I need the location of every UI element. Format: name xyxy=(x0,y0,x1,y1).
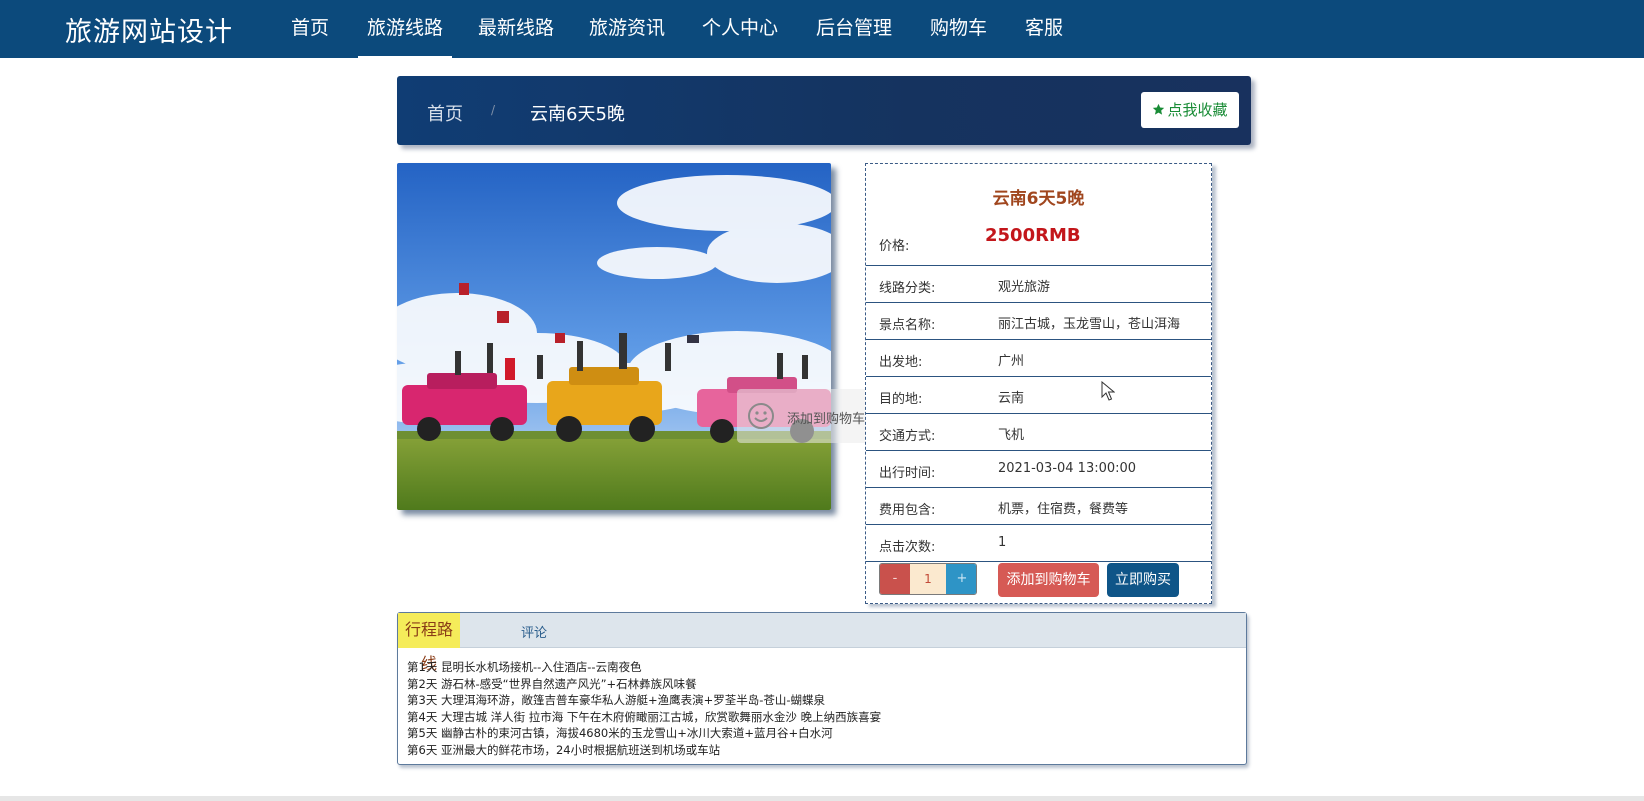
breadcrumb-separator: / xyxy=(491,103,496,117)
tab-bar: 行程路线 评论 xyxy=(398,613,1246,673)
itinerary-content: 第1天 昆明长水机场接机--入住酒店--云南夜色 第2天 游石林-感受“世界自然… xyxy=(407,659,881,759)
nav-user-center[interactable]: 个人中心 xyxy=(702,0,778,58)
field-value: 广州 xyxy=(998,354,1025,369)
field-row: 线路分类: 观光旅游 xyxy=(866,266,1211,303)
site-brand[interactable]: 旅游网站设计 xyxy=(65,10,233,49)
detail-tabs-panel: 行程路线 评论 第1天 昆明长水机场接机--入住酒店--云南夜色 第2天 游石林… xyxy=(397,612,1247,765)
itinerary-day: 第4天 大理古城 洋人街 拉市海 下午在木府俯瞰丽江古城，欣赏歌舞丽水金沙 晚上… xyxy=(407,709,882,724)
field-label: 点击次数: xyxy=(879,540,936,555)
nav-admin[interactable]: 后台管理 xyxy=(816,0,892,58)
page-footer-strip xyxy=(0,796,1644,801)
smile-icon xyxy=(747,402,775,430)
field-value: 飞机 xyxy=(998,428,1025,443)
quantity-increment-button[interactable]: + xyxy=(946,564,976,594)
star-icon xyxy=(1152,92,1165,128)
nav-home[interactable]: 首页 xyxy=(291,0,329,58)
field-label: 线路分类: xyxy=(879,281,936,296)
field-value: 机票，住宿费，餐费等 xyxy=(998,502,1129,517)
breadcrumb: 首页 / 云南6天5晚 点我收藏 xyxy=(397,76,1251,145)
breadcrumb-home[interactable]: 首页 xyxy=(427,100,463,126)
nav-support[interactable]: 客服 xyxy=(1025,0,1063,58)
favorite-button[interactable]: 点我收藏 xyxy=(1141,92,1239,128)
nav-tour-routes[interactable]: 旅游线路 xyxy=(358,0,453,58)
nav-cart[interactable]: 购物车 xyxy=(930,0,987,58)
quantity-decrement-button[interactable]: - xyxy=(880,564,910,594)
field-row: 交通方式: 飞机 xyxy=(866,414,1211,451)
itinerary-day: 第5天 幽静古朴的束河古镇，海拔4680米的玉龙雪山+冰川大索道+蓝月谷+白水河 xyxy=(407,726,833,741)
itinerary-day: 第6天 亚洲最大的鲜花市场，24小时根据航班送到机场或车站 xyxy=(407,742,721,757)
field-label: 景点名称: xyxy=(879,318,936,333)
breadcrumb-current: 云南6天5晚 xyxy=(530,104,625,125)
tab-comments[interactable]: 评论 xyxy=(521,622,547,641)
field-label: 出发地: xyxy=(879,355,923,370)
quantity-input[interactable]: 1 xyxy=(910,564,946,594)
tab-itinerary[interactable]: 行程路线 xyxy=(398,613,460,673)
field-value: 云南 xyxy=(998,391,1025,406)
field-row: 目的地: 云南 xyxy=(866,377,1211,414)
nav-latest-routes[interactable]: 最新线路 xyxy=(478,0,554,58)
field-label: 出行时间: xyxy=(879,466,936,481)
field-label: 交通方式: xyxy=(879,429,936,444)
itinerary-day: 第3天 大理洱海环游，敞篷吉普车豪华私人游艇+渔鹰表演+罗荃半岛-苍山-蝴蝶泉 xyxy=(407,693,826,708)
field-value: 丽江古城，玉龙雪山，苍山洱海 xyxy=(998,317,1181,332)
itinerary-day: 第1天 昆明长水机场接机--入住酒店--云南夜色 xyxy=(407,660,642,674)
favorite-label: 点我收藏 xyxy=(1167,101,1228,119)
field-row: 费用包含: 机票，住宿费，餐费等 xyxy=(866,488,1211,525)
product-title: 云南6天5晚 xyxy=(992,189,1085,209)
price-value: 2500RMB xyxy=(985,225,1081,246)
field-value: 1 xyxy=(998,535,1007,550)
price-row: 价格: 2500RMB xyxy=(866,220,1211,266)
product-photo xyxy=(397,163,831,510)
field-row: 出行时间: 2021-03-04 13:00:00 xyxy=(866,451,1211,488)
mouse-pointer-icon xyxy=(1101,380,1116,405)
field-label: 价格: xyxy=(879,239,910,254)
add-to-cart-button[interactable]: 添加到购物车 xyxy=(998,563,1099,597)
field-row: 点击次数: 1 xyxy=(866,525,1211,562)
field-value: 观光旅游 xyxy=(998,280,1051,295)
itinerary-day: 第2天 游石林-感受“世界自然遗产风光”+石林彝族风味餐 xyxy=(407,676,697,691)
field-value: 2021-03-04 13:00:00 xyxy=(998,461,1137,476)
product-info-panel: 云南6天5晚 价格: 2500RMB 线路分类: 观光旅游 景点名称: 丽江古城… xyxy=(865,163,1212,604)
top-navbar: 旅游网站设计 首页 旅游线路 最新线路 旅游资讯 个人中心 后台管理 购物车 客… xyxy=(0,0,1644,58)
field-row: 出发地: 广州 xyxy=(866,340,1211,377)
field-row: 景点名称: 丽江古城，玉龙雪山，苍山洱海 xyxy=(866,303,1211,340)
buy-now-button[interactable]: 立即购买 xyxy=(1107,563,1179,597)
quantity-stepper: - 1 + xyxy=(879,563,977,595)
field-label: 目的地: xyxy=(879,392,923,407)
field-label: 费用包含: xyxy=(879,503,936,518)
nav-travel-news[interactable]: 旅游资讯 xyxy=(589,0,665,58)
